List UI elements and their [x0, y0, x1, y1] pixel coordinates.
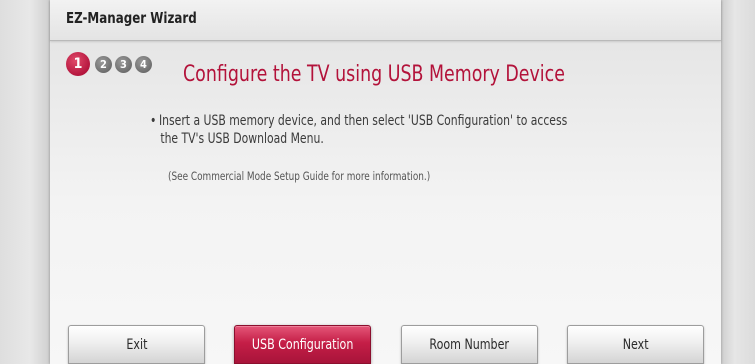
room-number-button-label: Room Number — [429, 337, 510, 353]
step-indicator: 1 2 3 4 — [66, 52, 152, 76]
window-title: EZ-Manager Wizard — [66, 9, 197, 27]
setup-guide-note: (See Commercial Mode Setup Guide for mor… — [168, 169, 431, 183]
exit-button[interactable]: Exit — [68, 325, 205, 364]
page-heading: Configure the TV using USB Memory Device — [183, 62, 565, 87]
bullet-glyph: • — [150, 113, 157, 129]
instruction-line-1: Insert a USB memory device, and then sel… — [158, 113, 568, 129]
step-2-indicator: 2 — [95, 55, 112, 73]
instruction-line-2: the TV's USB Download Menu. — [160, 131, 324, 147]
title-bar: EZ-Manager Wizard — [50, 0, 721, 41]
next-button-label: Next — [622, 337, 649, 353]
next-button[interactable]: Next — [567, 325, 704, 364]
wizard-panel: EZ-Manager Wizard 1 2 3 4 Configure the … — [50, 0, 721, 364]
right-gutter — [721, 0, 755, 364]
left-gutter — [0, 0, 50, 364]
step-4-indicator: 4 — [135, 55, 152, 73]
instruction-text: • Insert a USB memory device, and then se… — [150, 112, 632, 148]
room-number-button[interactable]: Room Number — [401, 325, 538, 364]
usb-configuration-button[interactable]: USB Configuration — [234, 325, 371, 364]
exit-button-label: Exit — [126, 337, 147, 353]
usb-configuration-button-label: USB Configuration — [251, 337, 354, 353]
step-3-indicator: 3 — [115, 55, 132, 73]
step-1-indicator: 1 — [66, 52, 90, 76]
